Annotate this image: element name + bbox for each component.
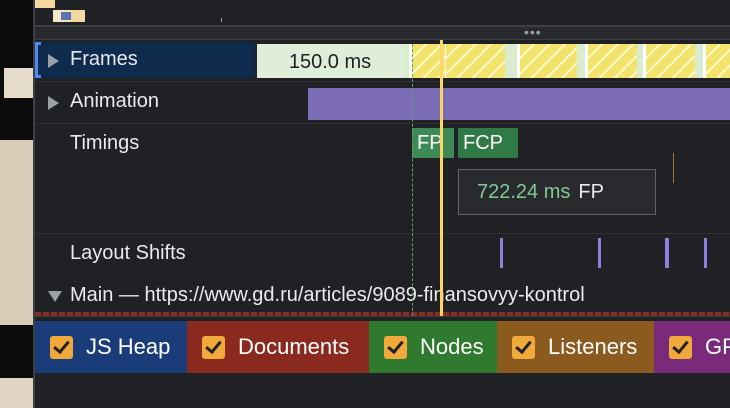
selection-bracket xyxy=(35,42,41,78)
frame-box[interactable] xyxy=(505,44,519,78)
main-track-label[interactable]: Main — https://www.gd.ru/articles/9089-f… xyxy=(70,284,585,307)
tooltip-time: 722.24 ms xyxy=(477,181,571,203)
more-horizontal-icon[interactable]: ••• xyxy=(524,24,542,40)
frame-box[interactable] xyxy=(695,44,705,78)
checkbox-checked-icon[interactable] xyxy=(202,335,225,359)
checkbox-checked-icon[interactable] xyxy=(50,335,73,359)
counter-label: JS Heap xyxy=(86,334,171,359)
timings-track[interactable]: Timings FP FCP 722.24 ms FP xyxy=(35,124,730,234)
counter-label: Listeners xyxy=(548,334,638,359)
layout-shift-marker[interactable] xyxy=(665,238,669,268)
frame-box[interactable] xyxy=(705,44,730,78)
layout-shift-marker[interactable] xyxy=(598,238,601,268)
event-tick xyxy=(673,153,674,183)
memory-counters-bar: JS Heap Documents Nodes Listeners GPU Me… xyxy=(35,316,730,376)
main-track[interactable]: Main — https://www.gd.ru/articles/9089-f… xyxy=(35,276,730,316)
layout-shifts-track[interactable]: Layout Shifts xyxy=(35,234,730,276)
expand-triangle-icon[interactable] xyxy=(48,96,59,110)
counter-gpu-memory[interactable]: GPU Memory xyxy=(654,321,730,373)
frames-track[interactable]: Frames 150.0 ms xyxy=(35,40,730,82)
counter-js-heap[interactable]: JS Heap xyxy=(35,321,187,373)
frames-track-label[interactable]: Frames xyxy=(70,48,138,71)
frame-box[interactable] xyxy=(519,44,577,78)
animation-bar[interactable] xyxy=(308,88,730,120)
frames-label-selection xyxy=(35,42,255,78)
checkbox-checked-icon[interactable] xyxy=(384,335,407,359)
overview-block xyxy=(61,12,71,20)
fp-marker[interactable]: FP xyxy=(412,128,454,158)
overview-block xyxy=(71,10,85,22)
preview-image-fragment xyxy=(0,140,33,325)
animation-track-label[interactable]: Animation xyxy=(70,90,159,113)
layout-shifts-track-label[interactable]: Layout Shifts xyxy=(70,242,186,265)
counter-listeners[interactable]: Listeners xyxy=(497,321,654,373)
fcp-marker[interactable]: FCP xyxy=(458,128,518,158)
collapse-triangle-icon[interactable] xyxy=(48,291,62,302)
animation-track[interactable]: Animation xyxy=(35,82,730,124)
counter-graph-area[interactable] xyxy=(35,376,730,408)
layout-shift-marker[interactable] xyxy=(704,238,707,268)
counter-label: GPU Memory xyxy=(705,334,730,359)
frame-box[interactable] xyxy=(637,44,645,78)
fp-guide-line xyxy=(412,44,413,316)
frame-box[interactable] xyxy=(577,44,587,78)
expand-triangle-icon[interactable] xyxy=(48,54,59,68)
counter-label: Documents xyxy=(238,334,350,359)
timing-tooltip: 722.24 ms FP xyxy=(458,169,656,215)
overview-block xyxy=(35,0,55,8)
timings-track-label[interactable]: Timings xyxy=(70,132,139,155)
time-cursor[interactable] xyxy=(440,40,443,316)
counter-nodes[interactable]: Nodes xyxy=(369,321,497,373)
frame-box[interactable] xyxy=(445,44,505,78)
frame-box[interactable] xyxy=(587,44,637,78)
timeline-tracks[interactable]: Frames 150.0 ms Animation Timings FP FCP… xyxy=(35,40,730,316)
preview-text-fragment xyxy=(4,68,33,98)
checkbox-checked-icon[interactable] xyxy=(669,335,692,359)
frame-duration[interactable]: 150.0 ms xyxy=(257,44,403,78)
preview-text-fragment xyxy=(0,378,33,408)
counter-label: Nodes xyxy=(420,334,484,359)
frame-box[interactable] xyxy=(645,44,695,78)
panel-splitter[interactable]: ••• xyxy=(35,24,730,40)
overview-tick xyxy=(221,18,222,22)
timeline-overview[interactable] xyxy=(35,0,730,26)
counter-documents[interactable]: Documents xyxy=(187,321,369,373)
layout-shift-marker[interactable] xyxy=(500,238,503,268)
tooltip-name: FP xyxy=(578,181,604,203)
page-preview-strip xyxy=(0,0,33,408)
frame-box[interactable] xyxy=(403,44,411,78)
checkbox-checked-icon[interactable] xyxy=(512,335,535,359)
